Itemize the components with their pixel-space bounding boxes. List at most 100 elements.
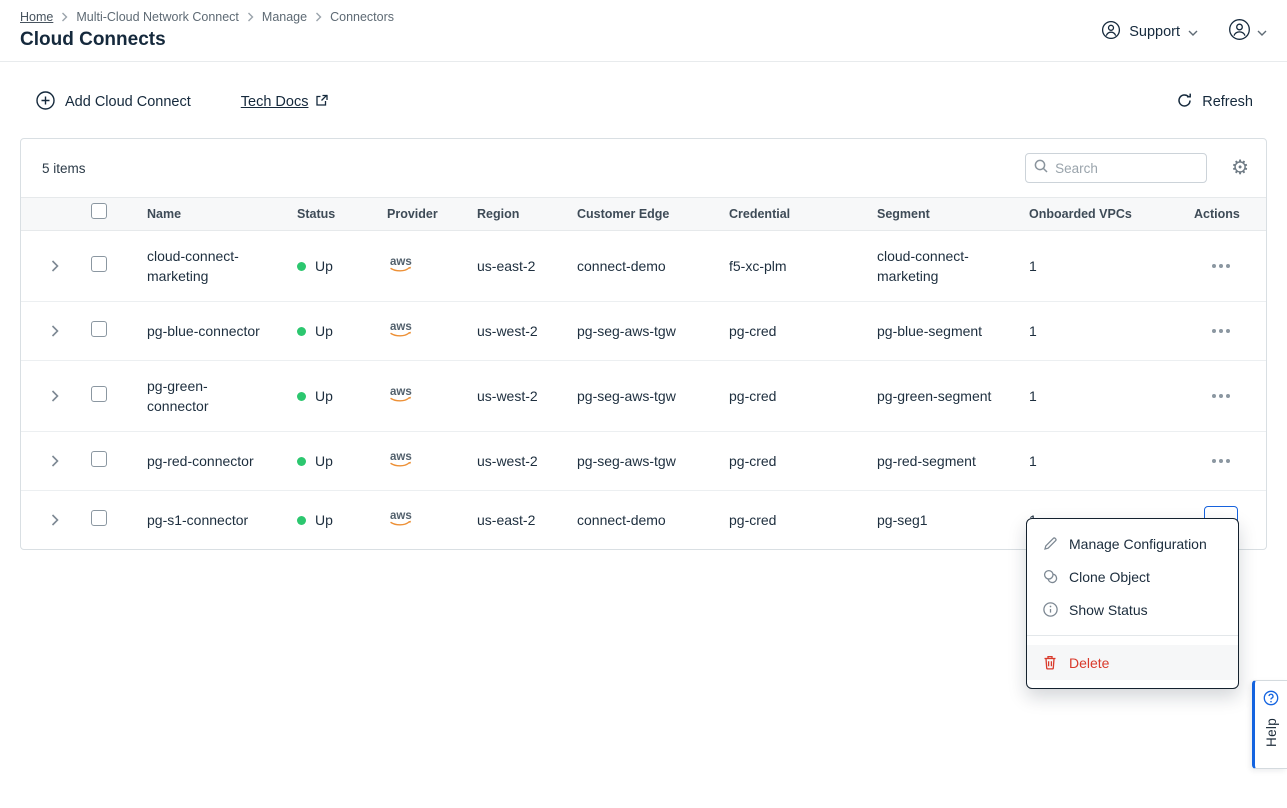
breadcrumb: Home Multi-Cloud Network Connect Manage … bbox=[20, 10, 1265, 24]
row-name: pg-blue-connector bbox=[141, 321, 291, 341]
row-credential: f5-xc-plm bbox=[723, 256, 871, 276]
column-header-onboarded-vpcs[interactable]: Onboarded VPCs bbox=[1023, 204, 1188, 224]
table-row: pg-red-connector Up aws us-west-2 pg-seg… bbox=[21, 432, 1266, 491]
info-icon bbox=[1042, 602, 1058, 617]
row-credential: pg-cred bbox=[723, 510, 871, 530]
breadcrumb-home[interactable]: Home bbox=[20, 10, 53, 24]
chevron-down-icon bbox=[1257, 23, 1267, 41]
row-checkbox[interactable] bbox=[91, 386, 107, 402]
add-cloud-connect-label: Add Cloud Connect bbox=[65, 94, 191, 110]
menu-item-clone-object[interactable]: Clone Object bbox=[1027, 560, 1238, 593]
row-region: us-east-2 bbox=[471, 510, 571, 530]
row-name: pg-green-connector bbox=[141, 376, 291, 416]
row-checkbox[interactable] bbox=[91, 451, 107, 467]
chevron-right-icon bbox=[315, 12, 322, 22]
column-header-provider[interactable]: Provider bbox=[381, 204, 471, 224]
refresh-button[interactable]: Refresh bbox=[1176, 92, 1253, 113]
row-actions-ellipsis-button[interactable] bbox=[1204, 252, 1238, 280]
tech-docs-link[interactable]: Tech Docs bbox=[241, 94, 329, 111]
row-expand-chevron-icon[interactable] bbox=[49, 323, 61, 339]
row-name: pg-red-connector bbox=[141, 451, 291, 471]
svg-text:aws: aws bbox=[390, 321, 412, 333]
select-all-checkbox[interactable] bbox=[91, 203, 107, 219]
svg-text:aws: aws bbox=[390, 386, 412, 398]
menu-item-show-status[interactable]: Show Status bbox=[1027, 593, 1238, 626]
support-label: Support bbox=[1129, 24, 1180, 40]
svg-text:aws: aws bbox=[390, 510, 412, 522]
chevron-right-icon bbox=[61, 12, 68, 22]
row-checkbox[interactable] bbox=[91, 256, 107, 272]
row-region: us-east-2 bbox=[471, 256, 571, 276]
row-customer-edge: pg-seg-aws-tgw bbox=[571, 386, 723, 406]
table-header-row: Name Status Provider Region Customer Edg… bbox=[21, 197, 1266, 231]
top-header: Home Multi-Cloud Network Connect Manage … bbox=[0, 0, 1287, 62]
support-icon bbox=[1101, 20, 1121, 44]
row-status: Up bbox=[291, 321, 381, 341]
refresh-icon bbox=[1176, 92, 1193, 113]
search-input[interactable] bbox=[1055, 161, 1185, 176]
add-cloud-connect-button[interactable]: Add Cloud Connect bbox=[36, 91, 191, 114]
menu-item-label: Manage Configuration bbox=[1069, 536, 1207, 552]
breadcrumb-item[interactable]: Connectors bbox=[330, 10, 394, 24]
menu-item-delete[interactable]: Delete bbox=[1027, 645, 1238, 680]
header-actions: Support bbox=[1101, 18, 1267, 46]
menu-item-label: Clone Object bbox=[1069, 569, 1150, 585]
user-menu[interactable] bbox=[1228, 18, 1267, 46]
column-header-name[interactable]: Name bbox=[141, 204, 291, 224]
column-header-credential[interactable]: Credential bbox=[723, 204, 871, 224]
row-onboarded-vpcs: 1 bbox=[1023, 451, 1188, 471]
cloud-connects-page: Home Multi-Cloud Network Connect Manage … bbox=[0, 0, 1287, 808]
table-search bbox=[1025, 153, 1207, 183]
clone-icon bbox=[1042, 569, 1058, 584]
row-status: Up bbox=[291, 510, 381, 530]
svg-text:aws: aws bbox=[390, 256, 412, 268]
trash-icon bbox=[1042, 655, 1058, 670]
column-header-segment[interactable]: Segment bbox=[871, 204, 1023, 224]
row-customer-edge: connect-demo bbox=[571, 256, 723, 276]
breadcrumb-item[interactable]: Multi-Cloud Network Connect bbox=[76, 10, 239, 24]
table-settings-gear-icon[interactable]: ⚙ bbox=[1229, 156, 1251, 180]
row-customer-edge: pg-seg-aws-tgw bbox=[571, 321, 723, 341]
row-segment: pg-seg1 bbox=[871, 510, 1023, 530]
breadcrumb-item[interactable]: Manage bbox=[262, 10, 307, 24]
row-onboarded-vpcs: 1 bbox=[1023, 256, 1188, 276]
status-up-dot bbox=[297, 262, 306, 271]
row-actions-ellipsis-button[interactable] bbox=[1204, 317, 1238, 345]
status-up-dot bbox=[297, 327, 306, 336]
help-label: Help bbox=[1264, 718, 1279, 747]
column-header-status[interactable]: Status bbox=[291, 204, 381, 224]
row-segment: pg-red-segment bbox=[871, 451, 1023, 471]
table-row: pg-blue-connector Up aws us-west-2 pg-se… bbox=[21, 302, 1266, 361]
row-actions-ellipsis-button[interactable] bbox=[1204, 447, 1238, 475]
status-up-dot bbox=[297, 457, 306, 466]
menu-item-label: Delete bbox=[1069, 655, 1109, 671]
column-header-customer-edge[interactable]: Customer Edge bbox=[571, 204, 723, 224]
row-expand-chevron-icon[interactable] bbox=[49, 388, 61, 404]
column-header-region[interactable]: Region bbox=[471, 204, 571, 224]
plus-circle-icon bbox=[36, 91, 55, 114]
help-question-icon bbox=[1263, 690, 1279, 711]
row-checkbox[interactable] bbox=[91, 510, 107, 526]
avatar bbox=[1228, 18, 1251, 46]
row-checkbox[interactable] bbox=[91, 321, 107, 337]
row-expand-chevron-icon[interactable] bbox=[49, 512, 61, 528]
row-expand-chevron-icon[interactable] bbox=[49, 258, 61, 274]
row-name: pg-s1-connector bbox=[141, 510, 291, 530]
row-status: Up bbox=[291, 451, 381, 471]
row-credential: pg-cred bbox=[723, 321, 871, 341]
search-icon bbox=[1034, 159, 1048, 178]
page-title: Cloud Connects bbox=[20, 29, 1265, 51]
table-row: cloud-connect-marketing Up aws us-east-2… bbox=[21, 231, 1266, 302]
menu-item-manage-configuration[interactable]: Manage Configuration bbox=[1027, 527, 1238, 560]
status-up-dot bbox=[297, 516, 306, 525]
row-credential: pg-cred bbox=[723, 386, 871, 406]
aws-provider-icon: aws bbox=[381, 318, 471, 344]
refresh-label: Refresh bbox=[1202, 94, 1253, 110]
chevron-down-icon bbox=[1188, 24, 1198, 40]
row-segment: pg-green-segment bbox=[871, 386, 1023, 406]
row-status: Up bbox=[291, 386, 381, 406]
row-expand-chevron-icon[interactable] bbox=[49, 453, 61, 469]
help-tab[interactable]: Help bbox=[1252, 680, 1287, 769]
support-menu[interactable]: Support bbox=[1101, 20, 1198, 44]
row-actions-ellipsis-button[interactable] bbox=[1204, 382, 1238, 410]
